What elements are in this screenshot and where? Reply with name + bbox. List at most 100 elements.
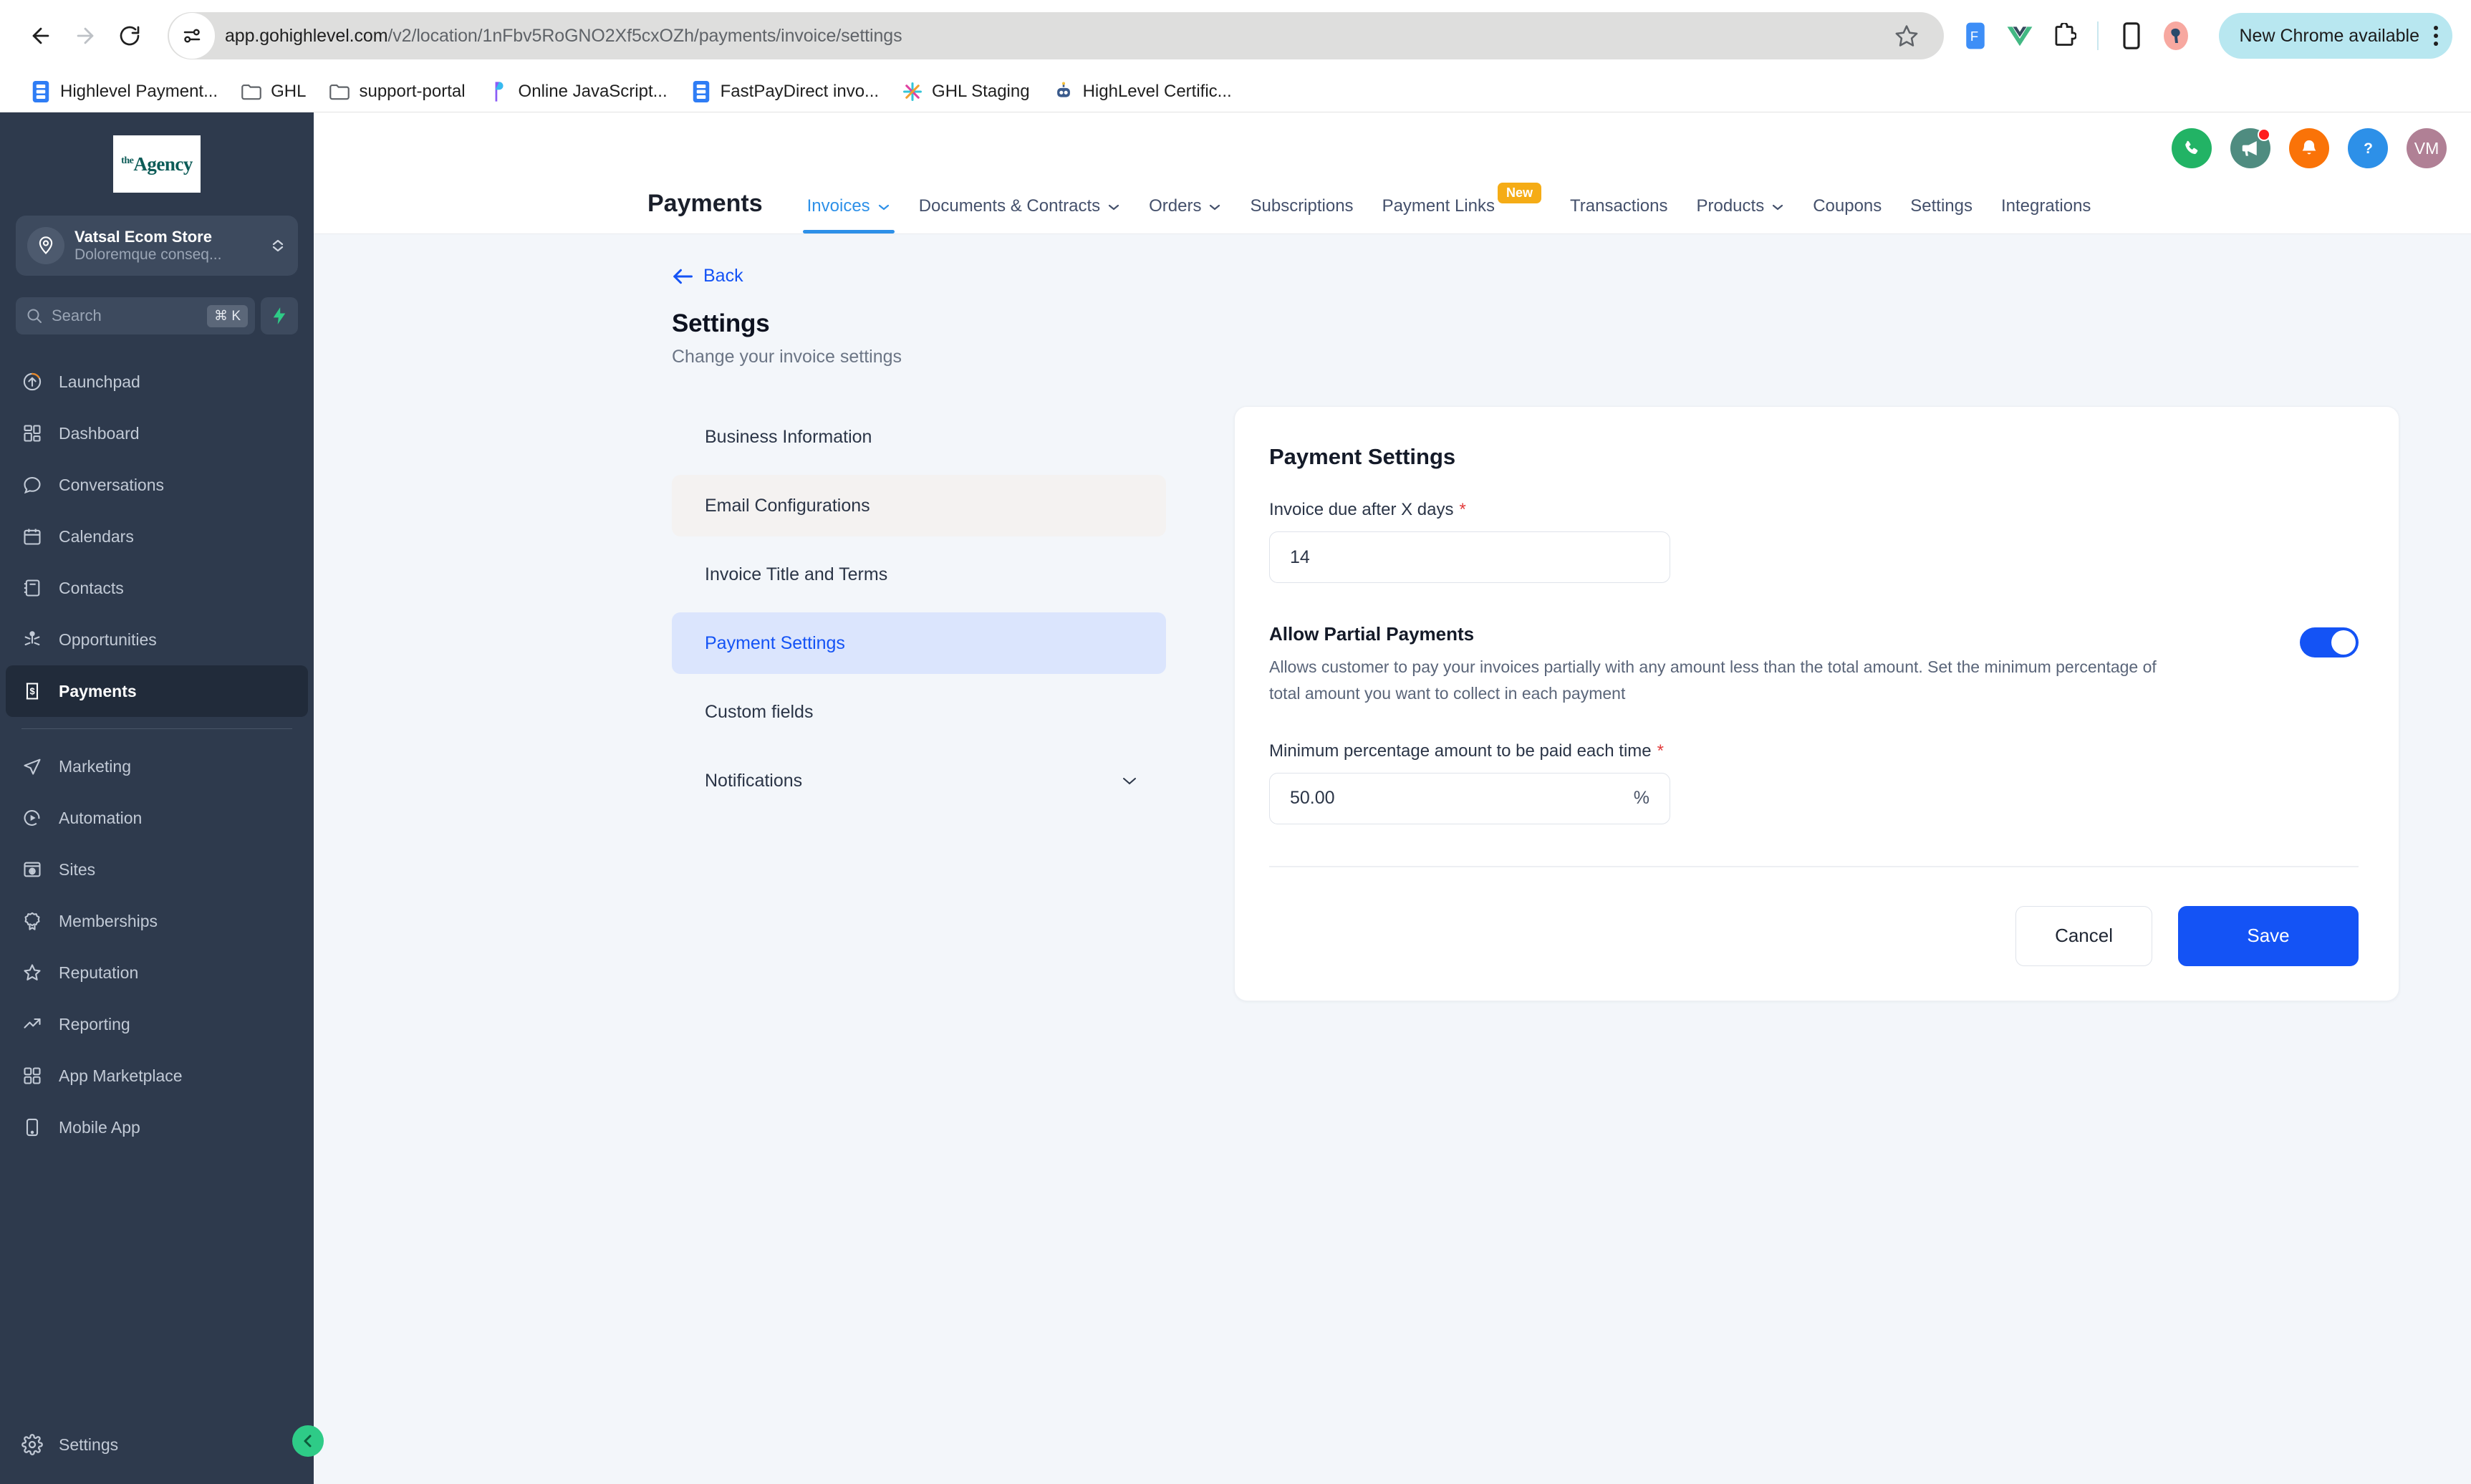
megaphone-icon xyxy=(2242,141,2257,156)
due-days-value: 14 xyxy=(1290,546,1310,567)
sidebar-collapse-button[interactable] xyxy=(292,1425,324,1457)
sidebar-item-opportunities[interactable]: Opportunities xyxy=(0,614,314,665)
sidebar-item-memberships[interactable]: Memberships xyxy=(0,895,314,947)
forward-button[interactable] xyxy=(63,14,107,58)
browser-globe-icon xyxy=(21,859,43,880)
settings-menu-email-configurations[interactable]: Email Configurations xyxy=(672,475,1166,536)
sidebar-item-automation[interactable]: Automation xyxy=(0,792,314,844)
tab-payment-links[interactable]: Payment Links New xyxy=(1368,183,1556,233)
save-button[interactable]: Save xyxy=(2178,905,2359,966)
sidebar-item-payments[interactable]: $ Payments xyxy=(6,665,308,717)
chrome-update-pill[interactable]: New Chrome available xyxy=(2219,13,2452,59)
settings-menu-label: Custom fields xyxy=(705,701,814,722)
bookmark-item[interactable]: FastPayDirect invo... xyxy=(679,77,890,107)
sidebar-item-reporting[interactable]: Reporting xyxy=(0,998,314,1050)
folder-icon xyxy=(329,81,350,102)
sparkle-icon xyxy=(902,81,923,102)
chevron-left-icon xyxy=(304,1435,312,1447)
reload-button[interactable] xyxy=(107,14,152,58)
profile-avatar-icon[interactable] xyxy=(2160,20,2192,52)
sidebar-item-sites[interactable]: Sites xyxy=(0,844,314,895)
address-bar[interactable]: app.gohighlevel.com/v2/location/1nFbv5Ro… xyxy=(168,12,1945,59)
svg-text:F: F xyxy=(1970,29,1978,44)
svg-text:$: $ xyxy=(30,686,35,697)
sidebar-item-label: Memberships xyxy=(59,911,158,930)
settings-menu-invoice-title-and-terms[interactable]: Invoice Title and Terms xyxy=(672,544,1166,605)
min-percentage-input[interactable]: 50.00 % xyxy=(1269,772,1670,824)
cancel-button[interactable]: Cancel xyxy=(2015,905,2152,966)
tab-subscriptions[interactable]: Subscriptions xyxy=(1236,196,1367,233)
bookmark-item[interactable]: GHL xyxy=(229,77,317,107)
site-settings-icon[interactable] xyxy=(169,13,215,59)
app-topbar: ? VM Payments Invoices Documents & Contr… xyxy=(314,112,2471,234)
form-extension-icon[interactable]: F xyxy=(1960,20,1991,52)
sidebar-item-marketing[interactable]: Marketing xyxy=(0,741,314,792)
min-percentage-block: Minimum percentage amount to be paid eac… xyxy=(1269,741,2359,824)
due-days-input[interactable]: 14 xyxy=(1269,531,1670,583)
search-input[interactable]: Search ⌘ K xyxy=(16,297,255,334)
sidebar-item-calendars[interactable]: Calendars xyxy=(0,511,314,562)
phone-button[interactable] xyxy=(2172,128,2212,168)
browser-chrome: app.gohighlevel.com/v2/location/1nFbv5Ro… xyxy=(0,0,2471,112)
user-avatar[interactable]: VM xyxy=(2407,128,2447,168)
tab-products[interactable]: Products xyxy=(1682,196,1798,233)
settings-menu-business-information[interactable]: Business Information xyxy=(672,406,1166,468)
sidebar-item-contacts[interactable]: Contacts xyxy=(0,562,314,614)
sidebar-item-launchpad[interactable]: Launchpad xyxy=(0,356,314,408)
chevron-down-icon xyxy=(1208,196,1221,216)
reading-list-icon[interactable] xyxy=(2116,20,2147,52)
bookmark-item[interactable]: GHL Staging xyxy=(890,77,1041,107)
announcements-button[interactable] xyxy=(2230,128,2270,168)
arrow-left-icon xyxy=(673,269,693,284)
allow-partial-payments-toggle[interactable] xyxy=(2300,627,2359,657)
settings-menu-custom-fields[interactable]: Custom fields xyxy=(672,681,1166,743)
tab-invoices[interactable]: Invoices xyxy=(793,196,905,233)
back-button[interactable]: Back xyxy=(672,266,743,286)
tab-documents-contracts[interactable]: Documents & Contracts xyxy=(905,196,1135,233)
topbar-title: Payments xyxy=(647,190,763,217)
bookmark-item[interactable]: Highlevel Payment... xyxy=(19,77,229,107)
bookmark-item[interactable]: HighLevel Certific... xyxy=(1041,77,1243,107)
bookmark-item[interactable]: Online JavaScript... xyxy=(477,77,679,107)
min-percentage-label-text: Minimum percentage amount to be paid eac… xyxy=(1269,741,1652,761)
sidebar-item-conversations[interactable]: Conversations xyxy=(0,459,314,511)
notifications-button[interactable] xyxy=(2289,128,2329,168)
sidebar-item-label: App Marketplace xyxy=(59,1066,183,1085)
chevron-down-icon xyxy=(877,196,890,216)
back-button[interactable] xyxy=(19,14,63,58)
tab-settings[interactable]: Settings xyxy=(1896,196,1987,233)
tab-orders[interactable]: Orders xyxy=(1135,196,1236,233)
sidebar-item-label: Mobile App xyxy=(59,1117,140,1137)
quick-actions-button[interactable] xyxy=(261,297,298,334)
bookmark-star-icon[interactable] xyxy=(1885,14,1928,57)
trend-up-icon xyxy=(21,1013,43,1035)
vue-devtools-icon[interactable] xyxy=(2004,20,2036,52)
phone-icon xyxy=(2185,140,2198,155)
settings-menu-notifications[interactable]: Notifications xyxy=(672,750,1166,811)
sidebar-item-dashboard[interactable]: Dashboard xyxy=(0,408,314,459)
bookmark-label: GHL xyxy=(271,82,307,101)
min-percentage-value: 50.00 xyxy=(1290,788,1335,809)
tab-label: Payment Links xyxy=(1382,196,1495,216)
tab-coupons[interactable]: Coupons xyxy=(1798,196,1896,233)
sidebar-item-mobile-app[interactable]: Mobile App xyxy=(0,1102,314,1153)
chrome-menu-icon[interactable] xyxy=(2434,26,2438,46)
tab-label: Documents & Contracts xyxy=(918,196,1101,216)
play-circle-icon xyxy=(21,807,43,829)
page-title: Settings xyxy=(672,309,770,337)
toggle-knob xyxy=(2331,630,2356,655)
paper-plane-icon xyxy=(21,756,43,777)
sidebar-item-settings[interactable]: Settings xyxy=(0,1405,314,1484)
tab-transactions[interactable]: Transactions xyxy=(1556,196,1682,233)
tab-integrations[interactable]: Integrations xyxy=(1987,196,2105,233)
mobile-phone-icon xyxy=(21,1117,43,1138)
dashboard-grid-icon xyxy=(21,423,43,444)
location-switcher[interactable]: Vatsal Ecom Store Doloremque conseq... xyxy=(16,216,298,276)
topbar-actions: ? VM xyxy=(2172,128,2447,168)
sidebar-item-app-marketplace[interactable]: App Marketplace xyxy=(0,1050,314,1102)
puzzle-extension-icon[interactable] xyxy=(2048,20,2080,52)
bookmark-item[interactable]: support-portal xyxy=(317,77,476,107)
help-button[interactable]: ? xyxy=(2348,128,2388,168)
sidebar-item-reputation[interactable]: Reputation xyxy=(0,947,314,998)
settings-menu-payment-settings[interactable]: Payment Settings xyxy=(672,612,1166,674)
